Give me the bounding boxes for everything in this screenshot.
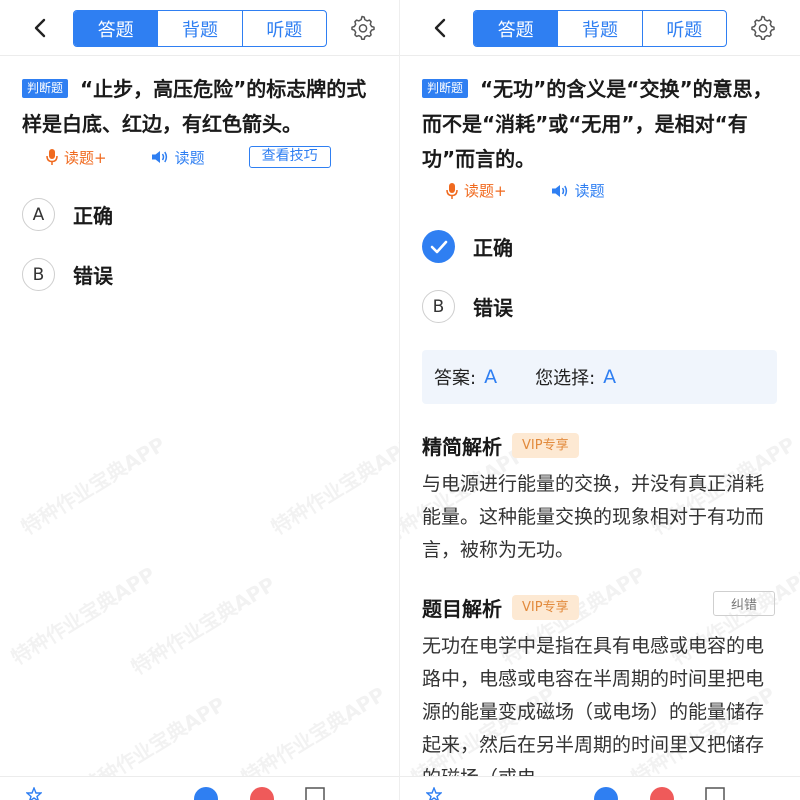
top-bar: 答题 背题 听题 (400, 0, 800, 56)
gear-icon[interactable] (750, 15, 776, 41)
speaker-icon (151, 151, 167, 163)
microphone-icon (46, 149, 58, 165)
detail-analysis-text: 无功在电学中是指在具有电感或电容的电路中，电感或电容在半周期的时间里把电源的能量… (422, 635, 765, 776)
gear-icon[interactable] (350, 15, 376, 41)
option-b[interactable]: B 错误 (422, 290, 513, 323)
option-label: 正确 (473, 236, 513, 260)
watermark: 特种作业宝典APP (266, 431, 400, 540)
read-button[interactable]: 读题 (151, 147, 205, 168)
tab-answer[interactable]: 答题 (474, 11, 559, 46)
question-body: “无功”的含义是“交换”的意思，而不是“消耗”或“无用”，是相对“有功”而言的。 (422, 77, 773, 171)
option-label: 错误 (73, 264, 113, 288)
view-tips-button[interactable]: 查看技巧 (248, 146, 331, 168)
brief-analysis-header: 精简解析 VIP专享 (422, 431, 579, 460)
read-button[interactable]: 读题 (551, 180, 605, 201)
checkmark-icon (422, 230, 455, 263)
bottom-toolbar (400, 776, 800, 800)
star-icon[interactable] (26, 787, 42, 800)
read-label: 读题 (574, 182, 605, 200)
correct-count-dot[interactable] (194, 787, 218, 800)
vip-badge: VIP专享 (512, 433, 579, 458)
option-label: 错误 (473, 296, 513, 320)
choice-value: A (603, 366, 617, 388)
answer-value: A (484, 366, 498, 388)
option-letter: B (22, 258, 55, 291)
mode-tabs: 答题 背题 听题 (73, 10, 327, 47)
bottom-toolbar (0, 776, 400, 800)
option-label: 正确 (73, 204, 113, 228)
star-icon[interactable] (426, 787, 442, 800)
microphone-icon (446, 182, 458, 199)
wrong-count-dot[interactable] (650, 787, 674, 800)
detail-analysis-header: 题目解析 VIP专享 (422, 593, 579, 622)
answer-label: 答案: (434, 368, 477, 389)
watermark: 特种作业宝典APP (126, 571, 280, 680)
read-plus-label: 读题+ (64, 148, 107, 167)
watermark: 特种作业宝典APP (236, 681, 390, 790)
tab-listen[interactable]: 听题 (243, 11, 326, 46)
question-type-badge: 判断题 (422, 79, 469, 98)
wrong-count-dot[interactable] (250, 787, 274, 800)
grid-icon[interactable] (305, 787, 325, 800)
watermark: 特种作业宝典APP (16, 431, 170, 540)
tab-answer[interactable]: 答题 (74, 11, 159, 46)
report-error-button[interactable]: 纠错 (713, 591, 775, 616)
question-body: “止步，高压危险”的标志牌的式样是白底、红边，有红色箭头。 (22, 77, 367, 136)
mode-tabs: 答题 背题 听题 (473, 10, 727, 47)
question-tools: 读题+ 读题 查看技巧 (46, 146, 331, 168)
back-arrow-icon[interactable] (428, 15, 454, 41)
question-type-badge: 判断题 (22, 79, 69, 98)
tab-listen[interactable]: 听题 (643, 11, 726, 46)
vip-badge: VIP专享 (512, 595, 579, 620)
read-plus-label: 读题+ (464, 182, 507, 200)
read-label: 读题 (174, 148, 205, 167)
question-text: 判断题 “无功”的含义是“交换”的意思，而不是“消耗”或“无用”，是相对“有功”而… (422, 72, 782, 177)
read-plus-button[interactable]: 读题+ (446, 180, 507, 201)
speaker-icon (551, 184, 567, 197)
option-b[interactable]: B 错误 (22, 258, 113, 291)
read-plus-button[interactable]: 读题+ (46, 147, 107, 168)
grid-icon[interactable] (705, 787, 725, 800)
tab-memorize[interactable]: 背题 (558, 11, 643, 46)
option-a[interactable]: 正确 (422, 230, 513, 263)
answer-summary: 答案: A 您选择: A (422, 350, 777, 404)
brief-analysis-title: 精简解析 (422, 435, 502, 459)
option-a[interactable]: A 正确 (22, 198, 113, 231)
watermark: 特种作业宝典APP (6, 561, 160, 670)
tab-memorize[interactable]: 背题 (158, 11, 243, 46)
choice-label: 您选择: (535, 368, 596, 389)
left-screen: 特种作业宝典APP 特种作业宝典APP 特种作业宝典APP 特种作业宝典APP … (0, 0, 400, 800)
option-letter: B (422, 290, 455, 323)
detail-analysis-title: 题目解析 (422, 597, 502, 621)
question-text: 判断题 “止步，高压危险”的标志牌的式样是白底、红边，有红色箭头。 (22, 72, 382, 142)
option-letter: A (22, 198, 55, 231)
correct-count-dot[interactable] (594, 787, 618, 800)
question-tools: 读题+ 读题 (446, 180, 605, 201)
top-bar: 答题 背题 听题 (0, 0, 400, 56)
brief-analysis-text: 与电源进行能量的交换，并没有真正消耗能量。这种能量交换的现象相对于有功而言，被称… (422, 473, 765, 561)
back-arrow-icon[interactable] (28, 15, 54, 41)
